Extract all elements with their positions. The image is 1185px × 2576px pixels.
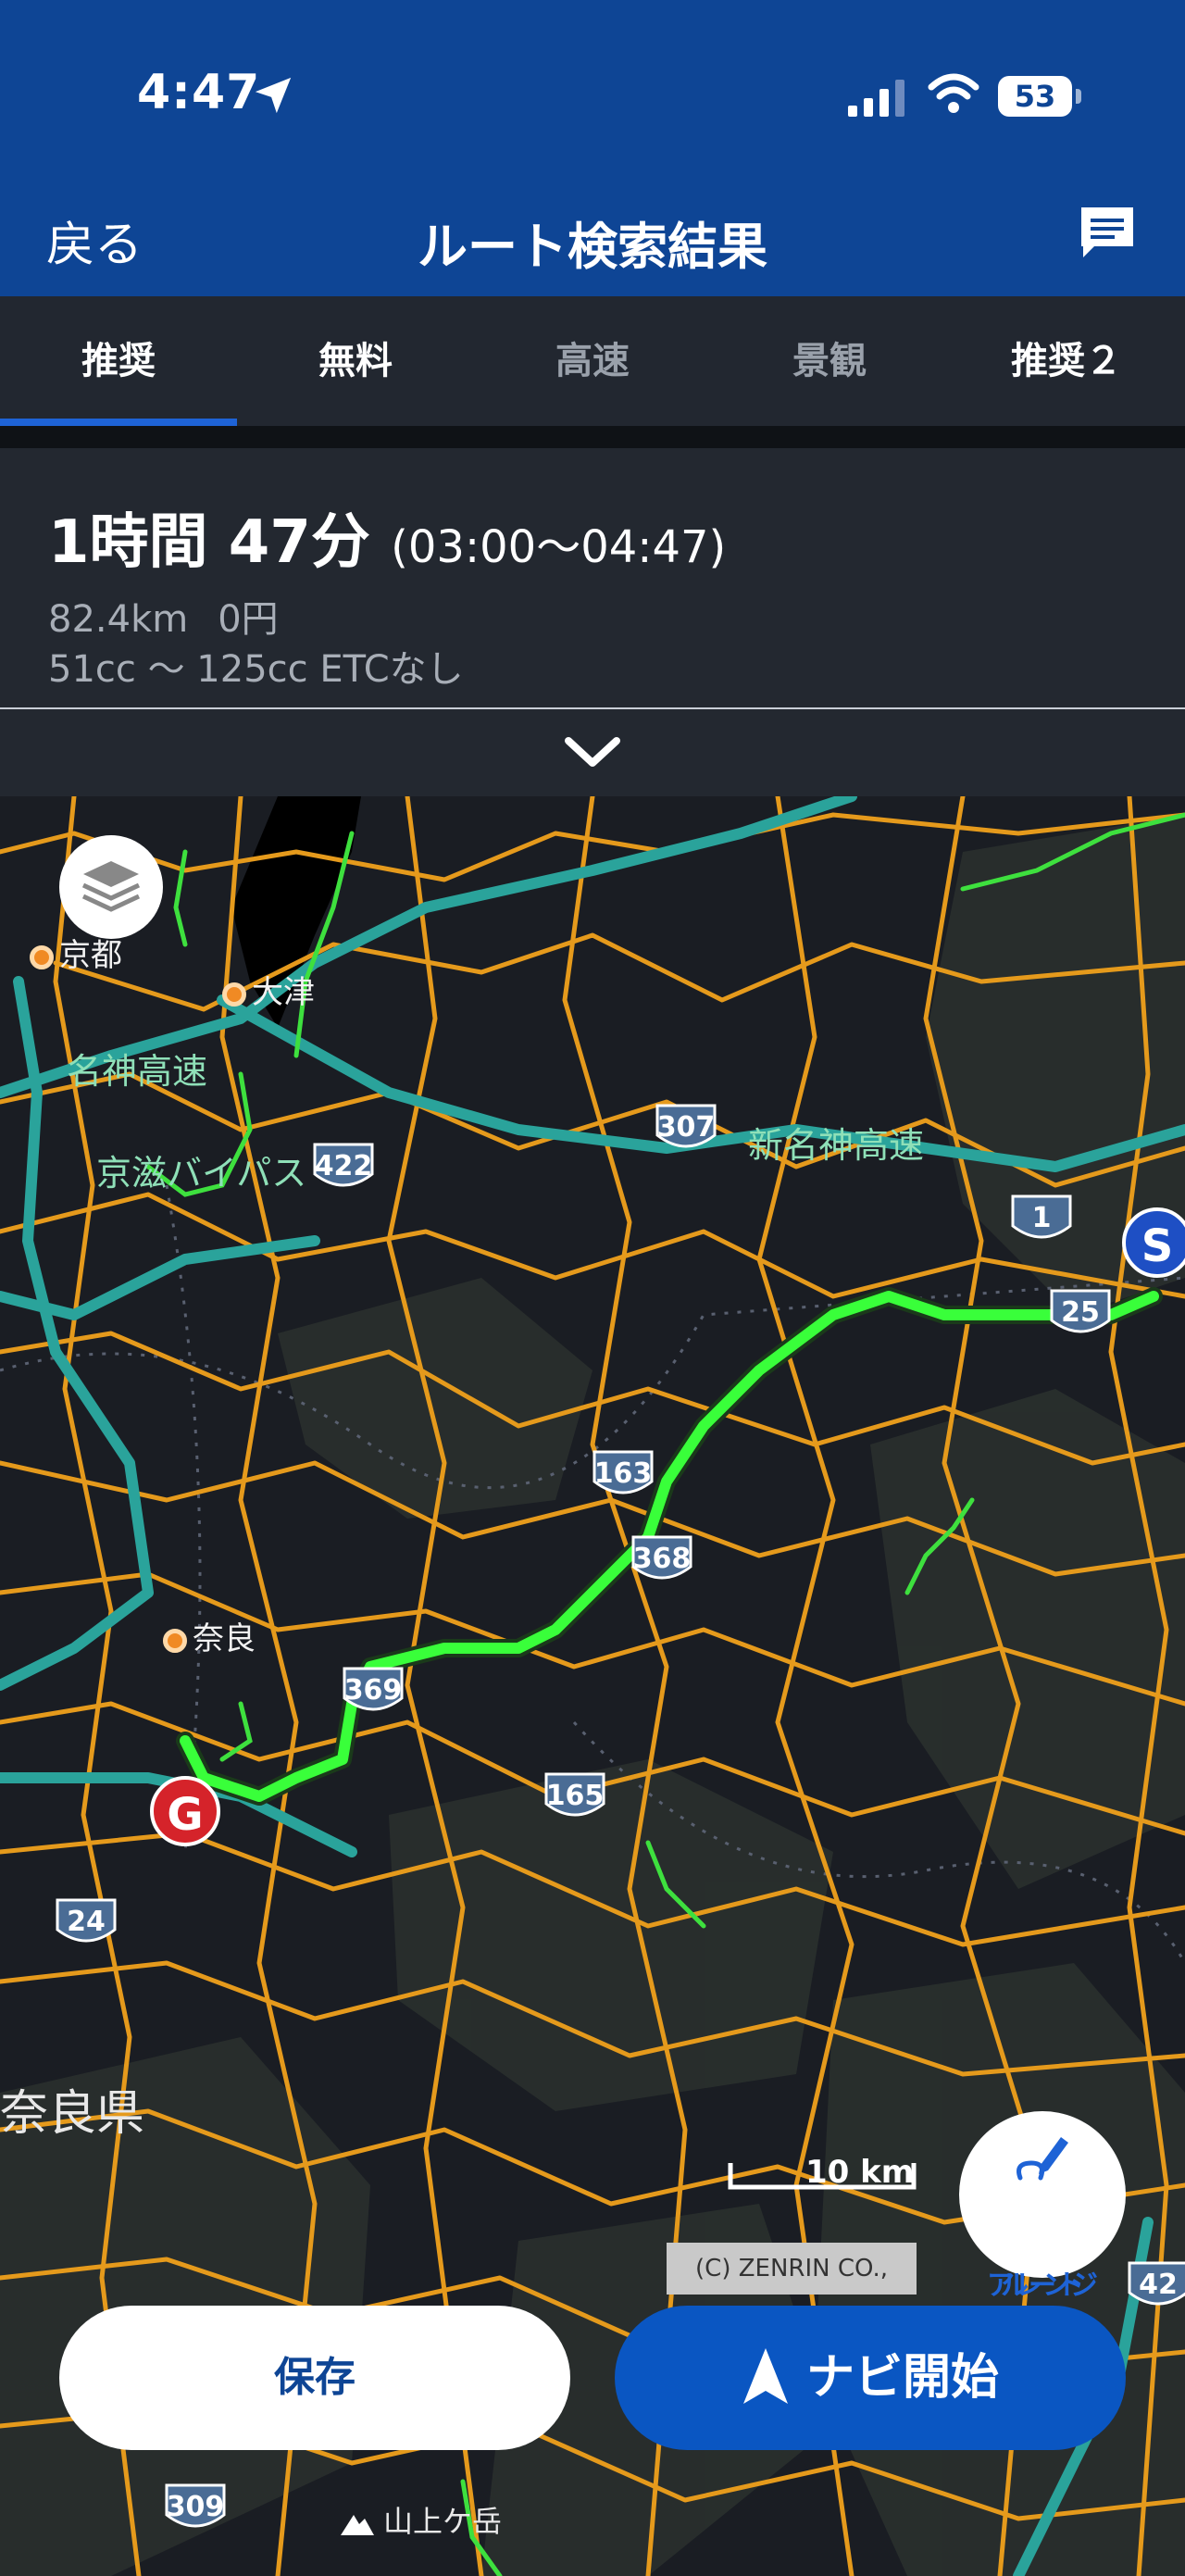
start-marker[interactable]: S bbox=[1122, 1207, 1185, 1278]
expand-summary-button[interactable] bbox=[0, 707, 1185, 798]
start-navigation-label: ナビ開始 bbox=[805, 2350, 999, 2406]
scale-label: 10 km bbox=[805, 2154, 915, 2191]
chevron-down-icon bbox=[565, 737, 620, 767]
road-label-shin-meishin: 新名神高速 bbox=[748, 1125, 925, 1166]
start-navigation-button[interactable]: ナビ開始 bbox=[615, 2306, 1126, 2450]
route-shield: 165 bbox=[543, 1770, 607, 1826]
status-time: 4:47 bbox=[137, 65, 261, 120]
route-duration: 1時間 47分 (03:00〜04:47) bbox=[48, 494, 726, 580]
location-arrow-icon bbox=[255, 77, 292, 114]
cellular-signal-icon bbox=[848, 80, 904, 117]
duration-text: 1時間 47分 bbox=[48, 508, 370, 577]
wifi-icon bbox=[928, 73, 979, 113]
route-distance-cost: 82.4km 0円 bbox=[48, 589, 308, 643]
peak-label: 山上ケ岳 bbox=[339, 2498, 502, 2541]
city-icon bbox=[222, 982, 246, 1007]
navigation-arrow-icon bbox=[742, 2348, 788, 2404]
distance: 82.4km bbox=[48, 598, 189, 641]
place-label-otsu: 大津 bbox=[222, 967, 315, 1012]
city-icon bbox=[163, 1628, 187, 1653]
pen-route-icon bbox=[1017, 2137, 1068, 2181]
tab-recommended[interactable]: 推奨 bbox=[0, 296, 237, 426]
tab-expressway[interactable]: 高速 bbox=[474, 296, 711, 426]
map-copyright: (C) ZENRIN CO., LTD. bbox=[667, 2243, 917, 2334]
route-shield: 163 bbox=[591, 1448, 655, 1504]
tab-selected-indicator bbox=[0, 419, 237, 426]
place-label-nara: 奈良 bbox=[163, 1613, 256, 1658]
goal-marker[interactable]: G bbox=[150, 1776, 220, 1846]
toll-cost: 0円 bbox=[218, 598, 279, 641]
layers-icon bbox=[81, 861, 141, 912]
mountain-icon bbox=[341, 2515, 374, 2535]
route-shield: 368 bbox=[630, 1533, 694, 1589]
route-summary: 1時間 47分 (03:00〜04:47) 82.4km 0円 51cc 〜 12… bbox=[0, 448, 1185, 707]
status-bar: 4:47 53 bbox=[0, 0, 1185, 185]
route-shield: 422 bbox=[311, 1141, 376, 1196]
save-button[interactable]: 保存 bbox=[59, 2306, 570, 2450]
vehicle-type: 51cc 〜 125cc ETCなし bbox=[48, 648, 464, 691]
route-shield: 309 bbox=[163, 2482, 228, 2537]
route-arrange-label: ルート アレンジ bbox=[987, 2270, 1098, 2302]
route-shield: 25 bbox=[1048, 1287, 1113, 1343]
route-shield: 24 bbox=[54, 1896, 118, 1952]
route-type-tabs: 推奨 無料 高速 景観 推奨２ bbox=[0, 296, 1185, 426]
prefecture-label: 奈良県 bbox=[0, 2086, 145, 2142]
road-label-keiji-bypass: 京滋バイパス bbox=[96, 1153, 307, 1194]
battery-icon: 53 bbox=[998, 76, 1081, 117]
place-label-kyoto: 京都 bbox=[30, 930, 122, 975]
tab-scenic[interactable]: 景観 bbox=[711, 296, 948, 426]
route-shield: 307 bbox=[654, 1102, 718, 1157]
route-shield: 369 bbox=[341, 1665, 405, 1720]
route-arrange-button[interactable]: ルート アレンジ bbox=[959, 2111, 1126, 2302]
route-shield: 42 bbox=[1126, 2259, 1185, 2315]
nav-bar: 戻る ルート検索結果 bbox=[0, 185, 1185, 296]
tab-recommended-2[interactable]: 推奨２ bbox=[948, 296, 1185, 426]
route-shield: 1 bbox=[1009, 1193, 1074, 1248]
battery-level: 53 bbox=[998, 76, 1072, 117]
map-layers-button[interactable] bbox=[59, 835, 163, 939]
page-title: ルート検索結果 bbox=[418, 218, 767, 276]
tab-free[interactable]: 無料 bbox=[237, 296, 474, 426]
time-range: (03:00〜04:47) bbox=[391, 521, 727, 573]
city-icon bbox=[30, 944, 54, 969]
chat-icon[interactable] bbox=[1076, 202, 1139, 265]
road-label-meishin: 名神高速 bbox=[67, 1051, 208, 1092]
